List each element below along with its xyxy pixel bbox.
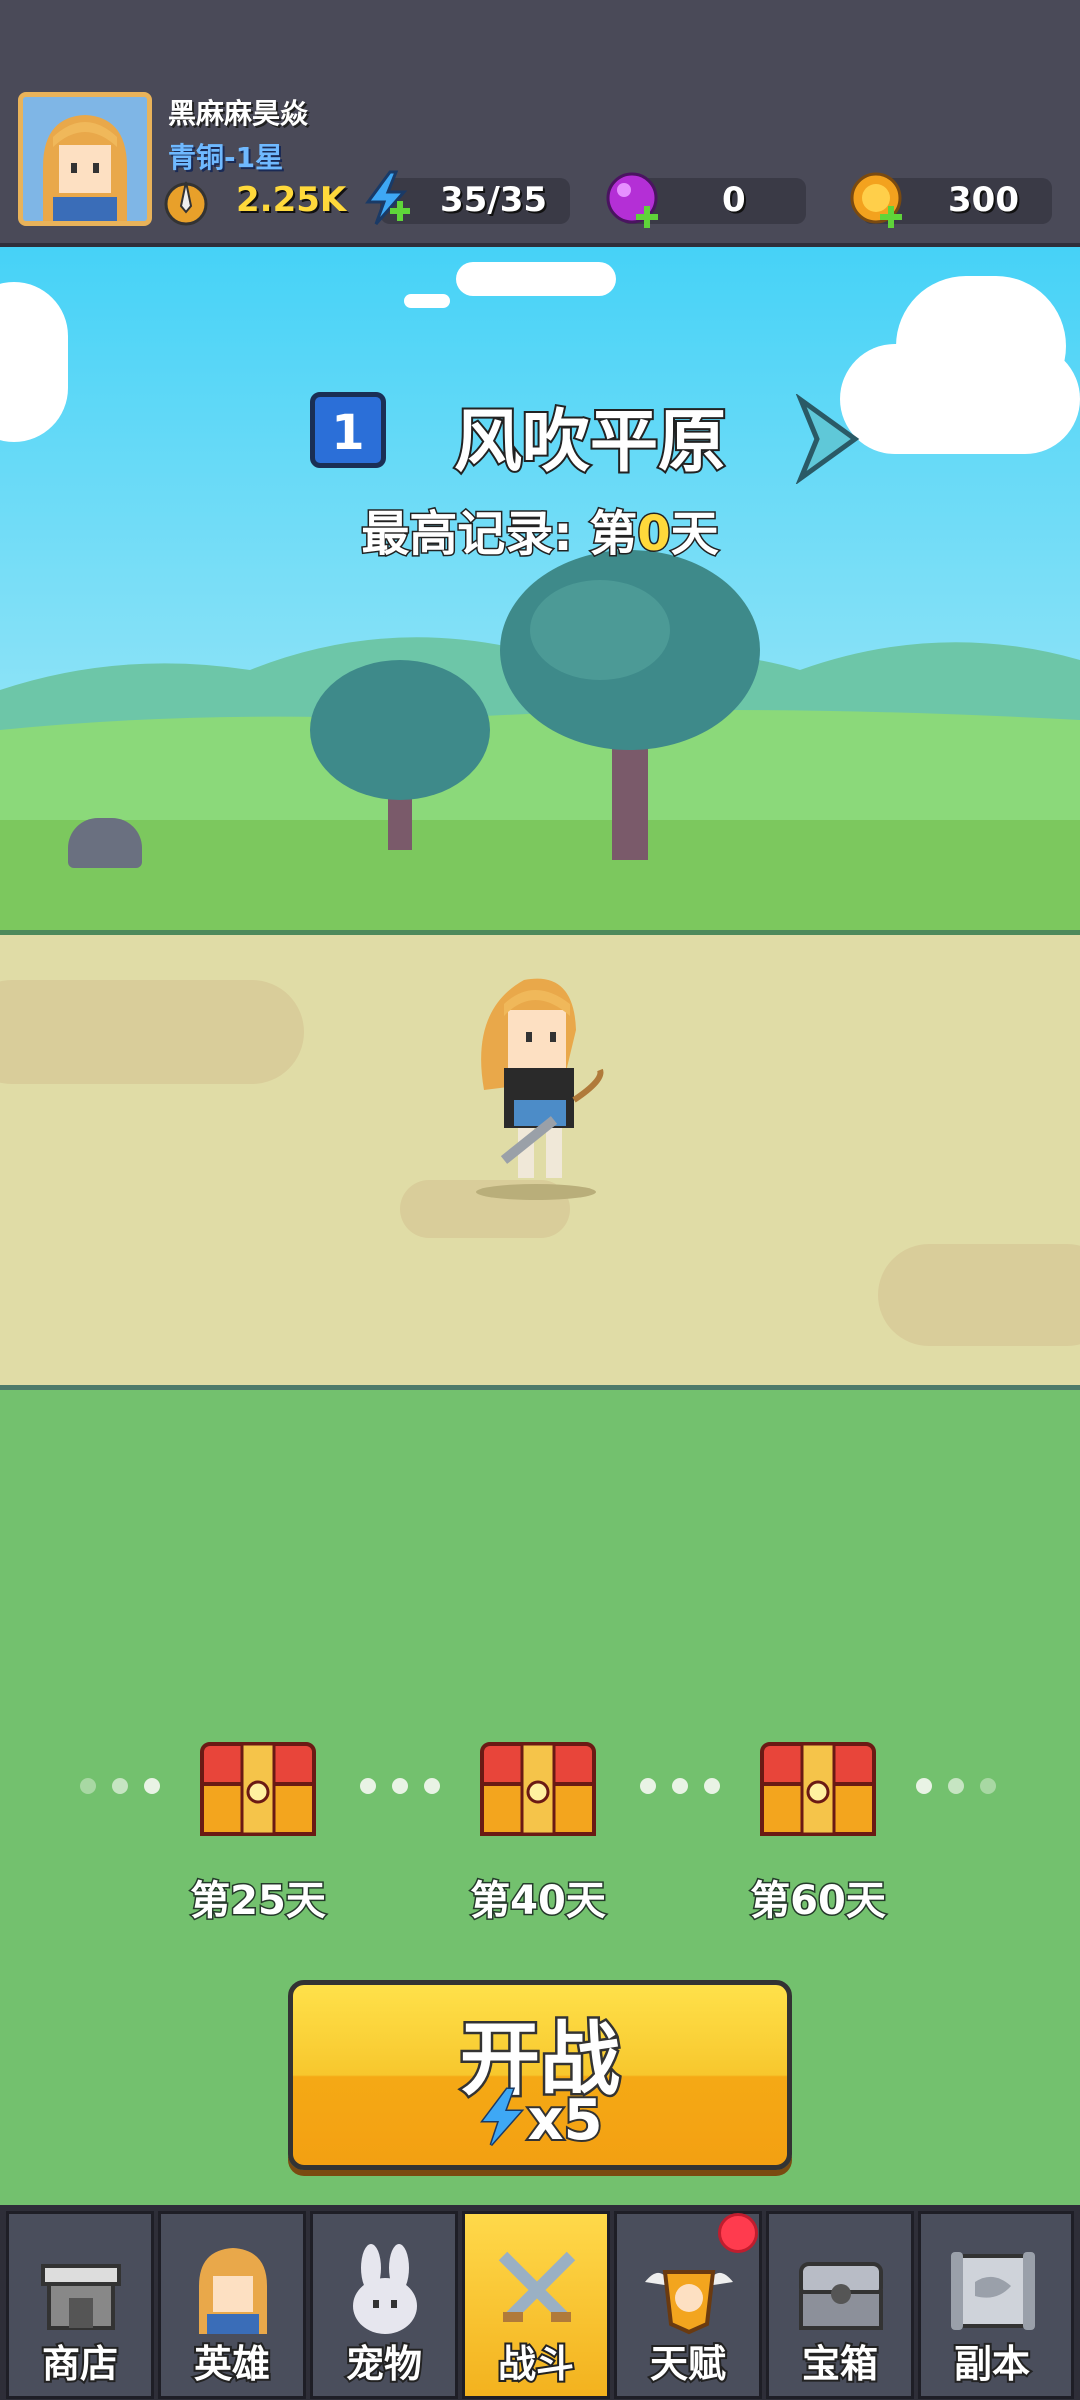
coin-add-icon[interactable] — [848, 170, 908, 230]
nav-label: 战斗 — [496, 2340, 576, 2388]
talent-icon — [645, 2270, 733, 2335]
player-name: 黑麻麻昊焱 — [168, 97, 309, 130]
milestone-chest-icon[interactable] — [476, 1734, 600, 1838]
energy-cost-value: x5 — [525, 2086, 604, 2155]
milestone-chest-icon[interactable] — [756, 1734, 880, 1838]
player-rank: 青铜-1星 — [168, 141, 284, 174]
cloud — [456, 262, 616, 296]
dungeon-icon — [951, 2252, 1035, 2330]
milestone-chest-icon[interactable] — [196, 1734, 320, 1838]
milestone-label: 第25天 — [189, 1877, 328, 1926]
chest-icon — [799, 2262, 883, 2330]
level-number-badge: 1 — [310, 392, 386, 468]
record-suffix: 天 — [669, 505, 720, 564]
energy-icon — [480, 2087, 525, 2146]
progress-dot — [704, 1778, 720, 1794]
milestone-label: 第60天 — [749, 1877, 888, 1926]
gem-value: 0 — [722, 180, 746, 220]
progress-dot — [360, 1778, 376, 1794]
energy-add-icon[interactable] — [360, 170, 416, 230]
nav-chest[interactable]: 宝箱 — [766, 2211, 914, 2399]
nav-label: 宝箱 — [800, 2340, 880, 2388]
coin-value: 300 — [948, 180, 1019, 220]
hero-icon — [199, 2248, 267, 2334]
cloud — [404, 294, 450, 308]
cloud — [0, 282, 68, 442]
nav-label: 宠物 — [344, 2340, 424, 2388]
dirt-patch — [0, 980, 304, 1084]
nav-label: 商店 — [40, 2340, 120, 2388]
nav-pet[interactable]: 宠物 — [310, 2211, 458, 2399]
record-prefix: 最高记录: 第 — [360, 505, 639, 564]
rock-icon — [68, 818, 142, 868]
energy-value: 35/35 — [440, 180, 548, 220]
milestone-label: 第40天 — [469, 1877, 608, 1926]
nav-label: 英雄 — [192, 2340, 272, 2388]
progress-dot — [640, 1778, 656, 1794]
progress-dot — [980, 1778, 996, 1794]
power-icon — [163, 176, 209, 226]
hero-portrait-icon — [23, 97, 147, 221]
cloud — [840, 344, 1080, 454]
best-record: 最高记录: 第0天 — [290, 494, 790, 564]
gem-add-icon[interactable] — [604, 170, 664, 230]
progress-dot — [424, 1778, 440, 1794]
battle-icon — [498, 2251, 576, 2322]
nav-label: 天赋 — [648, 2340, 728, 2388]
start-battle-cost: x5 — [293, 2086, 787, 2155]
progress-dot — [392, 1778, 408, 1794]
progress-dot — [948, 1778, 964, 1794]
nav-hero[interactable]: 英雄 — [158, 2211, 306, 2399]
dirt-patch — [878, 1244, 1080, 1346]
pet-icon — [353, 2244, 417, 2334]
nav-battle[interactable]: 战斗 — [462, 2211, 610, 2399]
next-level-arrow-icon[interactable] — [795, 394, 865, 484]
notification-badge — [718, 2213, 758, 2253]
player-avatar[interactable] — [18, 92, 152, 226]
nav-dungeon[interactable]: 副本 — [918, 2211, 1074, 2399]
power-value: 2.25K — [236, 180, 347, 220]
progress-dot — [916, 1778, 932, 1794]
start-battle-button[interactable]: 开战 x5 — [288, 1980, 792, 2170]
progress-dot — [112, 1778, 128, 1794]
trees-icon — [310, 550, 760, 860]
progress-dot — [672, 1778, 688, 1794]
progress-dot — [144, 1778, 160, 1794]
record-day: 0 — [636, 505, 672, 564]
shop-icon — [41, 2264, 121, 2330]
nav-label: 副本 — [952, 2340, 1032, 2388]
progress-dot — [80, 1778, 96, 1794]
nav-shop[interactable]: 商店 — [6, 2211, 154, 2399]
level-name: 风吹平原 — [452, 401, 728, 484]
hero-character-icon — [476, 978, 604, 1200]
